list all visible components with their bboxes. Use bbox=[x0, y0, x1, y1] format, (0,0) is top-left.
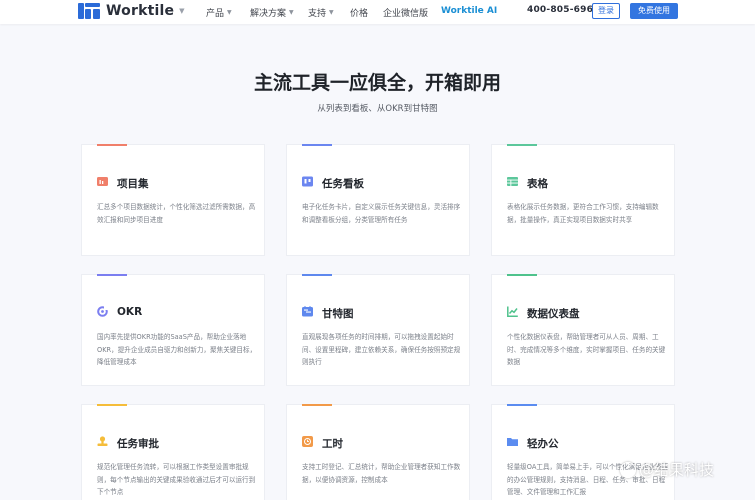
menu-item-wecom[interactable]: 企业微信版 bbox=[383, 6, 428, 19]
worktile-logo-icon bbox=[78, 3, 100, 19]
phone-number: 400-805-6966 bbox=[527, 5, 600, 15]
chevron-down-icon: ▼ bbox=[289, 9, 294, 16]
card-title: 甘特图 bbox=[322, 308, 354, 320]
feature-card-table[interactable]: 表格 表格化展示任务数据，更符合工作习惯，支持编辑数据，批量操作，真正实现项目数… bbox=[491, 144, 675, 256]
feature-card-timesheet[interactable]: 工时 支持工时登记、汇总统计，帮助企业管理者获知工作数据，以便协调资源，控制成本 bbox=[286, 404, 470, 500]
card-accent-bar bbox=[507, 404, 537, 406]
page-title: 主流工具一应俱全，开箱即用 bbox=[253, 72, 501, 94]
menu-item-worktile-ai[interactable]: Worktile AI bbox=[441, 6, 497, 16]
card-description: 直观展现各项任务的时间排期，可以拖拽设置起始时间、设置里程碑，建立依赖关系，确保… bbox=[302, 333, 461, 366]
top-nav: Worktile ▼ 产品 ▼ 解决方案 ▼ 支持 ▼ 价格 企业微信版 Wor… bbox=[0, 0, 755, 24]
menu-item-pricing[interactable]: 价格 bbox=[350, 6, 368, 19]
kanban-icon bbox=[302, 176, 313, 187]
feature-card-okr[interactable]: OKR 国内率先提供OKR功能的SaaS产品，帮助企业落地OKR，提升企业成员自… bbox=[81, 274, 265, 386]
gantt-icon bbox=[302, 306, 313, 317]
card-title: 工时 bbox=[322, 438, 343, 450]
card-accent-bar bbox=[302, 274, 332, 276]
card-accent-bar bbox=[507, 274, 537, 276]
card-description: 规范化管理任务流转，可以根据工作类型设置审批规则，每个节点输出的关键成果验收通过… bbox=[97, 463, 256, 496]
card-accent-bar bbox=[97, 274, 127, 276]
chevron-down-icon: ▼ bbox=[179, 7, 185, 15]
brand-name: Worktile bbox=[106, 3, 175, 19]
menu-item-solutions[interactable]: 解决方案 ▼ bbox=[250, 6, 294, 19]
menu-item-products[interactable]: 产品 ▼ bbox=[206, 6, 232, 19]
card-description: 支持工时登记、汇总统计，帮助企业管理者获知工作数据，以便协调资源，控制成本 bbox=[302, 463, 461, 484]
card-title: 表格 bbox=[527, 178, 548, 190]
okr-icon bbox=[97, 306, 108, 317]
feature-card-light-office[interactable]: 轻办公 轻量级OA工具，简单易上手，可以个性化满足企业需要的办公管理规则，支持消… bbox=[491, 404, 675, 500]
timesheet-icon bbox=[302, 436, 313, 447]
card-title: 任务看板 bbox=[322, 178, 364, 190]
dashboard-icon bbox=[507, 306, 518, 317]
menu-item-label: 企业微信版 bbox=[383, 9, 429, 19]
menu-item-label: Worktile AI bbox=[441, 6, 498, 16]
menu-item-label: 解决方案 bbox=[250, 9, 287, 19]
card-title: 项目集 bbox=[117, 178, 149, 190]
menu-item-label: 产品 bbox=[206, 9, 225, 19]
watermark-logo-icon bbox=[620, 461, 636, 478]
watermark-text: @结果科技 bbox=[639, 461, 715, 479]
feature-card-dashboard[interactable]: 数据仪表盘 个性化数据仪表盘，帮助管理者可从人员、周期、工时、完成情况等多个维度… bbox=[491, 274, 675, 386]
card-accent-bar bbox=[302, 144, 332, 146]
card-description: 个性化数据仪表盘，帮助管理者可从人员、周期、工时、完成情况等多个维度，实时掌握项… bbox=[507, 333, 666, 366]
card-title: 轻办公 bbox=[527, 438, 559, 450]
card-description: 汇总多个项目数据统计，个性化筛选过滤所需数据，高效汇报和同步项目进度 bbox=[97, 203, 256, 224]
feature-card-kanban[interactable]: 任务看板 电子化任务卡片，自定义展示任务关键信息，灵活排序和调整看板分组，分类管… bbox=[286, 144, 470, 256]
table-icon bbox=[507, 176, 518, 187]
menu-item-label: 价格 bbox=[350, 9, 369, 19]
card-accent-bar bbox=[507, 144, 537, 146]
free-trial-button[interactable]: 免费使用 bbox=[630, 3, 678, 19]
card-description: 国内率先提供OKR功能的SaaS产品，帮助企业落地OKR，提升企业成员自驱力和创… bbox=[97, 333, 257, 366]
page-subtitle: 从列表到看板、从OKR到甘特图 bbox=[317, 104, 438, 114]
menu-item-label: 支持 bbox=[308, 9, 327, 19]
card-description: 表格化展示任务数据，更符合工作习惯，支持编辑数据，批量操作，真正实现项目数据实时… bbox=[507, 203, 659, 224]
project-set-icon bbox=[97, 176, 108, 187]
card-title: OKR bbox=[117, 306, 143, 318]
watermark: @结果科技 bbox=[620, 459, 714, 480]
feature-card-gantt[interactable]: 甘特图 直观展现各项任务的时间排期，可以拖拽设置起始时间、设置里程碑，建立依赖关… bbox=[286, 274, 470, 386]
chevron-down-icon: ▼ bbox=[329, 9, 334, 16]
office-icon bbox=[507, 436, 518, 447]
chevron-down-icon: ▼ bbox=[227, 9, 232, 16]
card-accent-bar bbox=[302, 404, 332, 406]
feature-card-project-set[interactable]: 项目集 汇总多个项目数据统计，个性化筛选过滤所需数据，高效汇报和同步项目进度 bbox=[81, 144, 265, 256]
card-accent-bar bbox=[97, 404, 127, 406]
menu-item-support[interactable]: 支持 ▼ bbox=[308, 6, 334, 19]
login-button[interactable]: 登录 bbox=[592, 3, 620, 19]
card-title: 数据仪表盘 bbox=[527, 308, 580, 320]
feature-card-approval[interactable]: 任务审批 规范化管理任务流转，可以根据工作类型设置审批规则，每个节点输出的关键成… bbox=[81, 404, 265, 500]
card-title: 任务审批 bbox=[117, 438, 159, 450]
card-accent-bar bbox=[97, 144, 127, 146]
approval-icon bbox=[97, 436, 108, 447]
brand-logo[interactable]: Worktile ▼ bbox=[78, 3, 185, 19]
card-description: 电子化任务卡片，自定义展示任务关键信息，灵活排序和调整看板分组，分类管理所有任务 bbox=[302, 203, 461, 224]
